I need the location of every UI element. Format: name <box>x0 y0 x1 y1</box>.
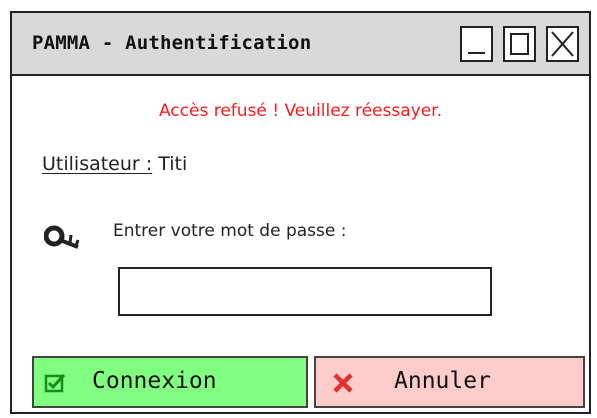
user-info: Utilisateur : Titi <box>42 153 187 175</box>
error-message: Accès refusé ! Veuillez réessayer. <box>158 101 443 121</box>
password-label: Entrer votre mot de passe : <box>113 221 347 241</box>
password-input[interactable] <box>118 267 492 316</box>
window-title: PAMMA - Authentification <box>32 32 312 54</box>
cancel-button[interactable]: Annuler <box>314 356 585 408</box>
connect-button[interactable]: Connexion <box>32 356 308 408</box>
auth-window: PAMMA - Authentification Accès refusé ! … <box>10 11 591 414</box>
title-bar[interactable]: PAMMA - Authentification <box>12 13 589 76</box>
checkbox-icon <box>44 372 68 400</box>
close-button[interactable] <box>546 26 579 62</box>
maximize-icon <box>510 33 529 55</box>
cancel-label: Annuler <box>394 368 491 394</box>
key-icon <box>43 224 84 256</box>
user-value: Titi <box>158 153 188 175</box>
user-label: Utilisateur : <box>42 153 153 175</box>
maximize-button[interactable] <box>503 26 536 62</box>
cross-icon <box>332 372 354 400</box>
close-icon <box>551 31 574 57</box>
minimize-button[interactable] <box>460 26 493 62</box>
connect-label: Connexion <box>92 368 217 394</box>
minimize-icon <box>468 52 485 54</box>
